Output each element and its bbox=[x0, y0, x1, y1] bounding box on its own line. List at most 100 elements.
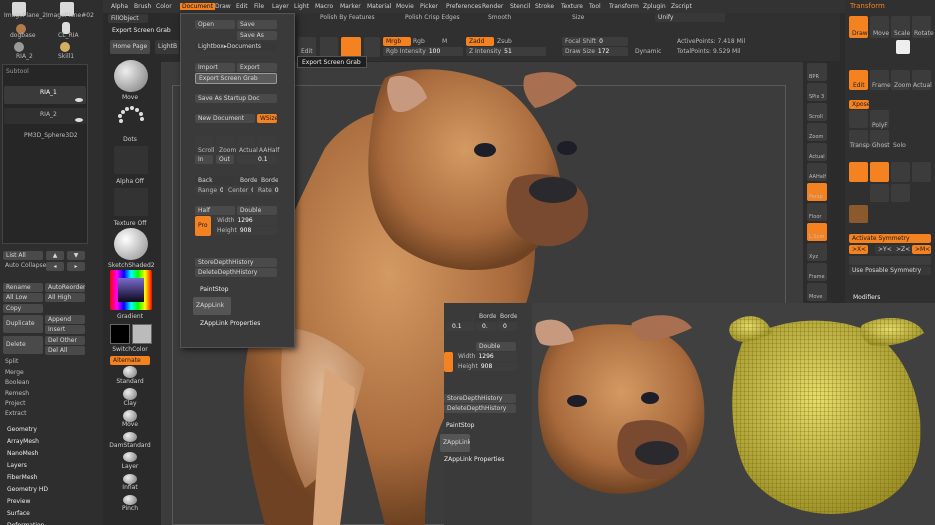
rot-button[interactable] bbox=[891, 162, 910, 182]
delete-button[interactable]: Delete bbox=[3, 336, 43, 354]
palette-nanomesh[interactable]: NanoMesh bbox=[7, 450, 38, 457]
export-screen-grab-button[interactable]: Export Screen Grab bbox=[195, 73, 277, 84]
copy-button[interactable]: Copy bbox=[3, 304, 43, 313]
menu-picker[interactable]: Picker bbox=[420, 3, 438, 10]
points-button[interactable] bbox=[320, 37, 338, 57]
arrow-down-button[interactable]: ▼ bbox=[67, 251, 85, 260]
arrow-up-button[interactable]: ▲ bbox=[46, 251, 64, 260]
paintstop-label[interactable]: PaintStop bbox=[200, 286, 229, 293]
remesh-subpalette[interactable]: Remesh bbox=[5, 390, 29, 397]
modifiers-subpalette[interactable]: Modifiers bbox=[853, 294, 880, 301]
smooth-slider[interactable]: Smooth bbox=[488, 14, 511, 21]
autoreorder-button[interactable]: AutoReorder bbox=[45, 283, 85, 292]
all-low-button[interactable]: All Low bbox=[3, 293, 43, 302]
material-sphere-icon[interactable] bbox=[114, 228, 148, 260]
menu-zplugin[interactable]: Zplugin bbox=[643, 3, 666, 10]
color-picker-square[interactable] bbox=[118, 278, 144, 302]
floor-button[interactable] bbox=[912, 162, 931, 182]
menu-color[interactable]: Color bbox=[156, 3, 172, 10]
m-toggle[interactable]: M bbox=[442, 38, 447, 45]
dots-stroke-icon[interactable] bbox=[114, 104, 148, 132]
menu-marker[interactable]: Marker bbox=[340, 3, 361, 10]
eye-icon[interactable] bbox=[75, 98, 83, 102]
sym-x-button[interactable]: >X< bbox=[849, 245, 868, 254]
palette-geometry-hd[interactable]: Geometry HD bbox=[7, 486, 48, 493]
palette-surface[interactable]: Surface bbox=[7, 510, 30, 517]
dynamic-toggle[interactable]: Dynamic bbox=[635, 48, 661, 55]
activate-symmetry-button[interactable]: Activate Symmetry bbox=[849, 234, 931, 243]
all-high-button[interactable]: All High bbox=[45, 293, 85, 302]
xpose-button[interactable]: Xpose bbox=[849, 100, 869, 109]
palette-layers[interactable]: Layers bbox=[7, 462, 27, 469]
secondary-color-swatch[interactable] bbox=[132, 324, 152, 344]
palette-fibermesh[interactable]: FiberMesh bbox=[7, 474, 37, 481]
switchcolor-label[interactable]: SwitchColor bbox=[108, 346, 152, 353]
new-document-button[interactable]: New Document bbox=[195, 114, 255, 123]
menu-material[interactable]: Material bbox=[367, 3, 391, 10]
draw-size-slider[interactable]: Draw Size 172 bbox=[562, 47, 628, 56]
save-button[interactable]: Save bbox=[237, 20, 277, 29]
sym-m-button[interactable]: >M< bbox=[912, 245, 931, 254]
insert-button[interactable]: Insert bbox=[45, 325, 85, 334]
split-subpalette[interactable]: Split bbox=[5, 358, 18, 365]
menu-light[interactable]: Light bbox=[294, 3, 309, 10]
palette-preview[interactable]: Preview bbox=[7, 498, 30, 505]
save-as-button[interactable]: Save As bbox=[237, 31, 277, 40]
menu-preferences[interactable]: Preferences bbox=[446, 3, 481, 10]
unify-button[interactable]: Unify bbox=[655, 13, 725, 22]
width-slider[interactable]: Width 1296 bbox=[214, 216, 277, 225]
subtool-row-label[interactable]: PM3D_Sphere3D2 bbox=[24, 132, 78, 139]
menu-render[interactable]: Render bbox=[482, 3, 503, 10]
range-slider[interactable]: Range0.1 bbox=[195, 186, 223, 195]
clay-brush-icon[interactable] bbox=[123, 388, 137, 400]
center-slider[interactable]: Center0. bbox=[225, 186, 253, 195]
append-button[interactable]: Append bbox=[45, 315, 85, 324]
setup-button[interactable] bbox=[849, 110, 868, 128]
del-other-button[interactable]: Del Other bbox=[45, 336, 85, 345]
menu-zscript[interactable]: Zscript bbox=[671, 3, 692, 10]
radial-count-slider[interactable] bbox=[849, 256, 931, 265]
menu-stencil[interactable]: Stencil bbox=[510, 3, 530, 10]
border2-color-button[interactable]: Border2 bbox=[258, 176, 278, 185]
polish-crisp-toggle[interactable]: Polish Crisp Edges bbox=[405, 14, 460, 21]
spotlight-button[interactable] bbox=[849, 205, 868, 223]
pro-toggle[interactable]: Pro bbox=[195, 216, 211, 236]
menu-stroke[interactable]: Stroke bbox=[535, 3, 554, 10]
zoom-in-button[interactable]: In bbox=[195, 155, 213, 164]
rename-button[interactable]: Rename bbox=[3, 283, 43, 292]
size-slider[interactable]: Size bbox=[572, 14, 584, 21]
ptsel-button[interactable] bbox=[870, 184, 889, 202]
delete-depth-history-button[interactable]: DeleteDepthHistory bbox=[195, 268, 277, 277]
zapplink-button[interactable]: ZAppLink bbox=[193, 297, 231, 315]
store-depth-history-button[interactable]: StoreDepthHistory bbox=[195, 258, 277, 267]
palette-arraymesh[interactable]: ArrayMesh bbox=[7, 438, 39, 445]
alpha-off-slot[interactable] bbox=[114, 146, 148, 174]
rgb-toggle[interactable]: Rgb bbox=[413, 38, 425, 45]
lightbox-tab[interactable]: LightB bbox=[155, 40, 179, 54]
alternate-button[interactable]: Alternate bbox=[110, 356, 150, 365]
menu-movie[interactable]: Movie bbox=[396, 3, 414, 10]
mrgb-toggle[interactable]: Mrgb bbox=[383, 37, 411, 46]
z-intensity-slider[interactable]: Z Intensity 51 bbox=[466, 47, 546, 56]
list-all-button[interactable]: List All bbox=[3, 251, 43, 260]
duplicate-button[interactable]: Duplicate bbox=[3, 315, 43, 333]
auto-collapse-button[interactable]: Auto Collapse bbox=[5, 262, 46, 269]
menu-texture[interactable]: Texture bbox=[561, 3, 583, 10]
zoom-slider[interactable]: 0.1 bbox=[237, 155, 277, 164]
draw-mode-button[interactable] bbox=[341, 37, 361, 57]
menu-alpha[interactable]: Alpha bbox=[111, 3, 128, 10]
back-color-button[interactable]: Back bbox=[195, 176, 235, 185]
open-button[interactable]: Open bbox=[195, 20, 235, 29]
zsub-toggle[interactable]: Zsub bbox=[497, 38, 512, 45]
menu-macro[interactable]: Macro bbox=[315, 3, 333, 10]
menu-transform[interactable]: Transform bbox=[609, 3, 639, 10]
camera-button[interactable] bbox=[896, 40, 910, 54]
boolean-subpalette[interactable]: Boolean bbox=[5, 379, 29, 386]
move-mode-button[interactable] bbox=[364, 37, 380, 57]
export-button[interactable]: Export bbox=[237, 63, 277, 72]
lightbox-documents-button[interactable]: Lightbox▸Documents bbox=[195, 42, 277, 51]
zapplink-properties[interactable]: ZAppLink Properties bbox=[200, 320, 260, 327]
lock-button[interactable] bbox=[891, 184, 910, 202]
layer-brush-icon[interactable] bbox=[123, 452, 137, 462]
menu-file[interactable]: File bbox=[254, 3, 264, 10]
